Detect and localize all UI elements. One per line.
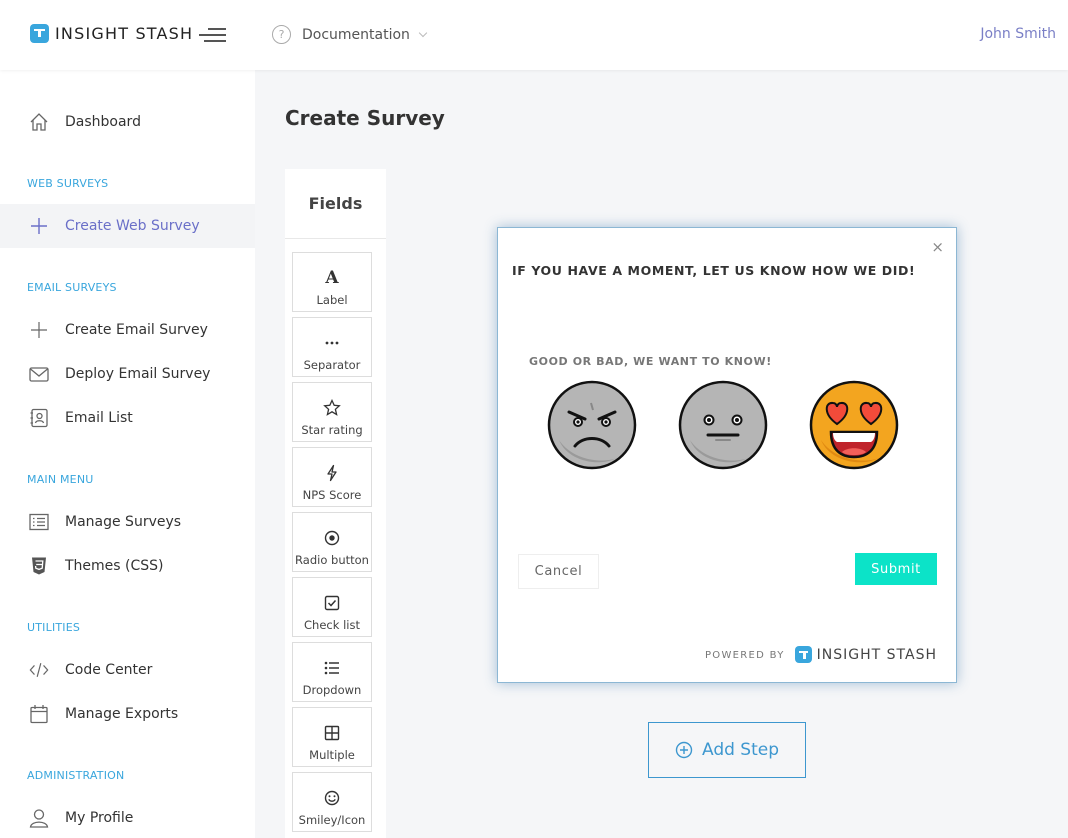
logo-icon bbox=[30, 24, 49, 43]
field-smiley-icon[interactable]: Smiley/Icon bbox=[292, 772, 372, 832]
radio-icon bbox=[324, 530, 340, 546]
powered-by-label: POWERED BY bbox=[704, 650, 785, 661]
field-radio-button[interactable]: Radio button bbox=[292, 512, 372, 572]
ellipsis-icon bbox=[325, 341, 339, 345]
field-label-text: Smiley/Icon bbox=[298, 813, 366, 827]
field-label-text: Dropdown bbox=[302, 683, 362, 697]
powered-by-badge[interactable]: POWERED BY INSIGHT STASH bbox=[705, 646, 937, 663]
add-step-button[interactable]: Add Step bbox=[648, 722, 806, 778]
field-label[interactable]: A Label bbox=[292, 252, 372, 312]
brand-logo[interactable]: INSIGHT STASH bbox=[30, 24, 193, 43]
logo-icon bbox=[794, 646, 812, 663]
cancel-button[interactable]: Cancel bbox=[518, 554, 599, 589]
section-heading-utilities: UTILITIES bbox=[27, 621, 81, 634]
field-label-text: Radio button bbox=[295, 553, 369, 567]
envelope-icon bbox=[29, 367, 49, 382]
sidebar-item-label: Deploy Email Survey bbox=[65, 366, 211, 382]
neutral-face-icon[interactable] bbox=[678, 380, 768, 470]
contacts-icon bbox=[30, 408, 48, 428]
brand-name: INSIGHT STASH bbox=[55, 24, 194, 43]
list-icon bbox=[29, 513, 49, 531]
sidebar-item-email-list[interactable]: Email List bbox=[0, 396, 255, 440]
code-icon bbox=[29, 663, 49, 677]
top-bar: INSIGHT STASH ? Documentation John Smith bbox=[0, 0, 1068, 70]
documentation-label: Documentation bbox=[302, 26, 410, 43]
user-icon bbox=[29, 809, 49, 828]
field-nps-score[interactable]: NPS Score bbox=[292, 447, 372, 507]
sidebar-item-manage-exports[interactable]: Manage Exports bbox=[0, 692, 255, 736]
field-multiple[interactable]: Multiple bbox=[292, 707, 372, 767]
sidebar-item-label: Email List bbox=[65, 410, 133, 426]
fields-panel: Fields A Label Separator Star rating NPS… bbox=[285, 169, 386, 838]
css3-icon bbox=[32, 557, 46, 575]
plus-icon bbox=[31, 218, 47, 234]
sidebar-item-create-email-survey[interactable]: Create Email Survey bbox=[0, 308, 255, 352]
bolt-icon bbox=[327, 464, 337, 482]
field-label-text: NPS Score bbox=[302, 488, 362, 502]
sidebar-item-label: Manage Surveys bbox=[65, 514, 182, 530]
grid-icon bbox=[324, 725, 340, 741]
submit-button[interactable]: Submit bbox=[855, 553, 937, 585]
plus-circle-icon bbox=[675, 741, 693, 759]
survey-question-subtitle: GOOD OR BAD, WE WANT TO KNOW! bbox=[529, 355, 772, 368]
sidebar-item-code-center[interactable]: Code Center bbox=[0, 648, 255, 692]
sidebar-item-label: My Profile bbox=[65, 810, 134, 826]
menu-toggle-icon[interactable] bbox=[199, 28, 226, 42]
field-check-list[interactable]: Check list bbox=[292, 577, 372, 637]
chevron-down-icon bbox=[418, 28, 428, 38]
help-icon: ? bbox=[272, 25, 291, 44]
sidebar-item-label: Manage Exports bbox=[65, 706, 179, 722]
sidebar-item-label: Code Center bbox=[65, 662, 153, 678]
sidebar: Dashboard WEB SURVEYS Create Web Survey … bbox=[0, 70, 255, 838]
section-heading-web-surveys: WEB SURVEYS bbox=[27, 177, 109, 190]
sidebar-item-label: Themes (CSS) bbox=[65, 558, 164, 574]
field-label-text: Multiple bbox=[309, 748, 355, 762]
sidebar-item-label: Create Email Survey bbox=[65, 322, 208, 338]
sidebar-item-label: Create Web Survey bbox=[65, 218, 200, 234]
field-label-text: Star rating bbox=[301, 423, 363, 437]
smiley-icon bbox=[324, 790, 340, 806]
section-heading-main-menu: MAIN MENU bbox=[27, 473, 94, 486]
sidebar-item-themes-css[interactable]: Themes (CSS) bbox=[0, 544, 255, 588]
letter-a-icon: A bbox=[325, 268, 339, 288]
checkbox-icon bbox=[324, 595, 340, 611]
add-step-label: Add Step bbox=[701, 740, 780, 760]
field-label-text: Label bbox=[316, 293, 348, 307]
sidebar-item-create-web-survey[interactable]: Create Web Survey bbox=[0, 204, 255, 248]
field-label-text: Separator bbox=[303, 358, 361, 372]
sidebar-item-manage-surveys[interactable]: Manage Surveys bbox=[0, 500, 255, 544]
field-label-text: Check list bbox=[304, 618, 360, 632]
section-heading-email-surveys: EMAIL SURVEYS bbox=[27, 281, 117, 294]
page-title: Create Survey bbox=[285, 106, 445, 130]
user-menu[interactable]: John Smith bbox=[980, 26, 1056, 42]
plus-icon bbox=[31, 322, 47, 338]
star-icon bbox=[323, 399, 341, 416]
close-icon[interactable]: × bbox=[931, 238, 944, 256]
fields-heading: Fields bbox=[285, 169, 386, 239]
documentation-menu[interactable]: ? Documentation bbox=[272, 25, 428, 44]
survey-preview-modal: × IF YOU HAVE A MOMENT, LET US KNOW HOW … bbox=[497, 227, 957, 683]
angry-face-icon[interactable] bbox=[547, 380, 637, 470]
heart-eyes-face-icon[interactable] bbox=[809, 380, 899, 470]
powered-by-brand: INSIGHT STASH bbox=[816, 646, 937, 663]
sidebar-item-deploy-email-survey[interactable]: Deploy Email Survey bbox=[0, 352, 255, 396]
sidebar-item-my-profile[interactable]: My Profile bbox=[0, 796, 255, 838]
field-separator[interactable]: Separator bbox=[292, 317, 372, 377]
sidebar-item-dashboard[interactable]: Dashboard bbox=[0, 100, 255, 144]
home-icon bbox=[30, 113, 48, 131]
field-star-rating[interactable]: Star rating bbox=[292, 382, 372, 442]
field-dropdown[interactable]: Dropdown bbox=[292, 642, 372, 702]
sidebar-item-label: Dashboard bbox=[65, 114, 141, 130]
bullet-list-icon bbox=[324, 661, 339, 675]
calendar-icon bbox=[30, 705, 48, 724]
section-heading-administration: ADMINISTRATION bbox=[27, 769, 125, 782]
survey-question-title: IF YOU HAVE A MOMENT, LET US KNOW HOW WE… bbox=[512, 263, 916, 278]
